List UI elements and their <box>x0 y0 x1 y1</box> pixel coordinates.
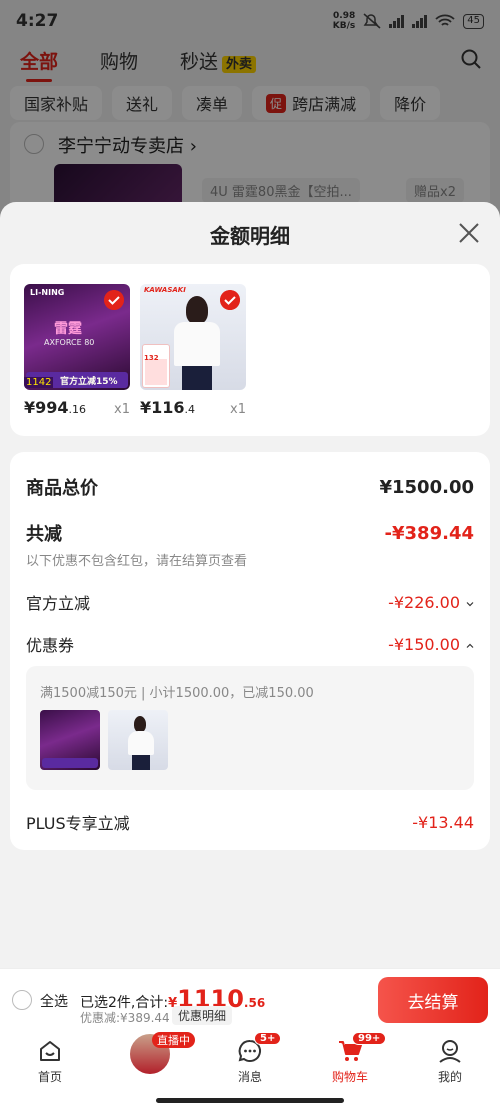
home-icon <box>40 1041 60 1061</box>
product-qty: x1 <box>114 402 130 417</box>
product-item[interactable]: KAWASAKI 132 ¥116.4 x1 <box>140 284 246 417</box>
plus-value: -¥13.44 <box>412 812 474 832</box>
plus-discount-row: PLUS专享立减 -¥13.44 <box>26 810 474 834</box>
product-price: ¥994.16 <box>24 398 87 417</box>
sheet-title: 金额明细 <box>210 224 290 248</box>
reduce-value: -¥389.44 <box>384 522 474 544</box>
coupon-value: -¥150.00 <box>388 635 474 654</box>
check-icon[interactable] <box>104 290 124 310</box>
discount-note: 以下优惠不包含红包，请在结算页查看 <box>26 554 248 569</box>
message-badge: 5+ <box>254 1032 282 1045</box>
nav-messages[interactable]: 消息 5+ <box>200 1030 300 1090</box>
image-title: 雷霆 <box>54 321 82 337</box>
chevron-up-icon <box>466 643 474 648</box>
nav-profile[interactable]: 我的 <box>400 1030 500 1090</box>
shirt-image: KAWASAKI 132 <box>140 284 246 390</box>
discount-detail-button[interactable]: 优惠明细 <box>172 1006 233 1025</box>
check-icon[interactable] <box>220 290 240 310</box>
coupon-desc: 满1500减150元 | 小计1500.00，已减150.00 <box>40 686 314 701</box>
select-all-radio[interactable] <box>12 990 32 1010</box>
plus-label: PLUS专享立减 <box>26 814 130 833</box>
coupon-product-thumb <box>108 710 168 770</box>
checkout-button[interactable]: 去结算 <box>378 977 488 1023</box>
product-price: ¥116.4 <box>140 398 196 417</box>
official-label: 官方立减 <box>26 594 91 613</box>
product-qty: x1 <box>230 402 246 417</box>
coupon-product-thumb <box>40 710 100 770</box>
select-all-label[interactable]: 全选 <box>40 991 68 1011</box>
image-tag: 官方立减15% <box>60 377 118 387</box>
brand-logo: LI-NING <box>30 288 65 297</box>
products-card: LI-NING 雷霆 AXFORCE 80 官方立减15% 1142 ¥994.… <box>10 264 490 436</box>
nav-live[interactable]: 直播中 <box>100 1030 200 1090</box>
nav-home[interactable]: 首页 <box>0 1030 100 1090</box>
coupon-row[interactable]: 优惠券 -¥150.00 <box>26 632 474 656</box>
nav-cart[interactable]: 购物车 99+ <box>300 1030 400 1090</box>
reduce-row: 共减 -¥389.44 <box>26 520 474 546</box>
coupon-label: 优惠券 <box>26 636 75 655</box>
chevron-down-icon <box>466 601 474 606</box>
total-row: 商品总价 ¥1500.00 <box>26 474 474 500</box>
reduce-label: 共减 <box>26 524 62 545</box>
product-item[interactable]: LI-NING 雷霆 AXFORCE 80 官方立减15% 1142 ¥994.… <box>24 284 130 417</box>
official-value: -¥226.00 <box>388 593 474 612</box>
coupon-detail-box: 满1500减150元 | 小计1500.00，已减150.00 <box>26 666 474 790</box>
cart-badge: 99+ <box>352 1032 387 1045</box>
saved-amount: 优惠减:¥389.44 <box>80 1011 170 1025</box>
price-breakdown-card: 商品总价 ¥1500.00 共减 -¥389.44 以下优惠不包含红包，请在结算… <box>10 452 490 850</box>
close-icon[interactable] <box>458 222 480 244</box>
bottom-nav: 首页 直播中 消息 5+ 购物车 99+ 我的 <box>0 1030 500 1090</box>
brand-logo: KAWASAKI <box>144 286 186 294</box>
live-badge: 直播中 <box>152 1032 195 1048</box>
official-discount-row[interactable]: 官方立减 -¥226.00 <box>26 590 474 614</box>
image-tag-number: 132 <box>144 354 159 362</box>
home-indicator[interactable] <box>156 1098 344 1103</box>
image-subtitle: AXFORCE 80 <box>44 338 95 347</box>
amount-detail-sheet: 金额明细 LI-NING 雷霆 AXFORCE 80 官方立减15% 1142 … <box>0 202 500 968</box>
total-label: 商品总价 <box>26 478 98 499</box>
checkout-bar: 全选 已选2件,合计: ¥ 1110 .56 优惠减:¥389.44 优惠明细 … <box>0 968 500 1030</box>
racket-image: LI-NING 雷霆 AXFORCE 80 官方立减15% 1142 <box>24 284 130 390</box>
total-value: ¥1500.00 <box>379 476 474 498</box>
profile-icon <box>439 1040 461 1063</box>
image-price: 1142 <box>24 377 54 388</box>
